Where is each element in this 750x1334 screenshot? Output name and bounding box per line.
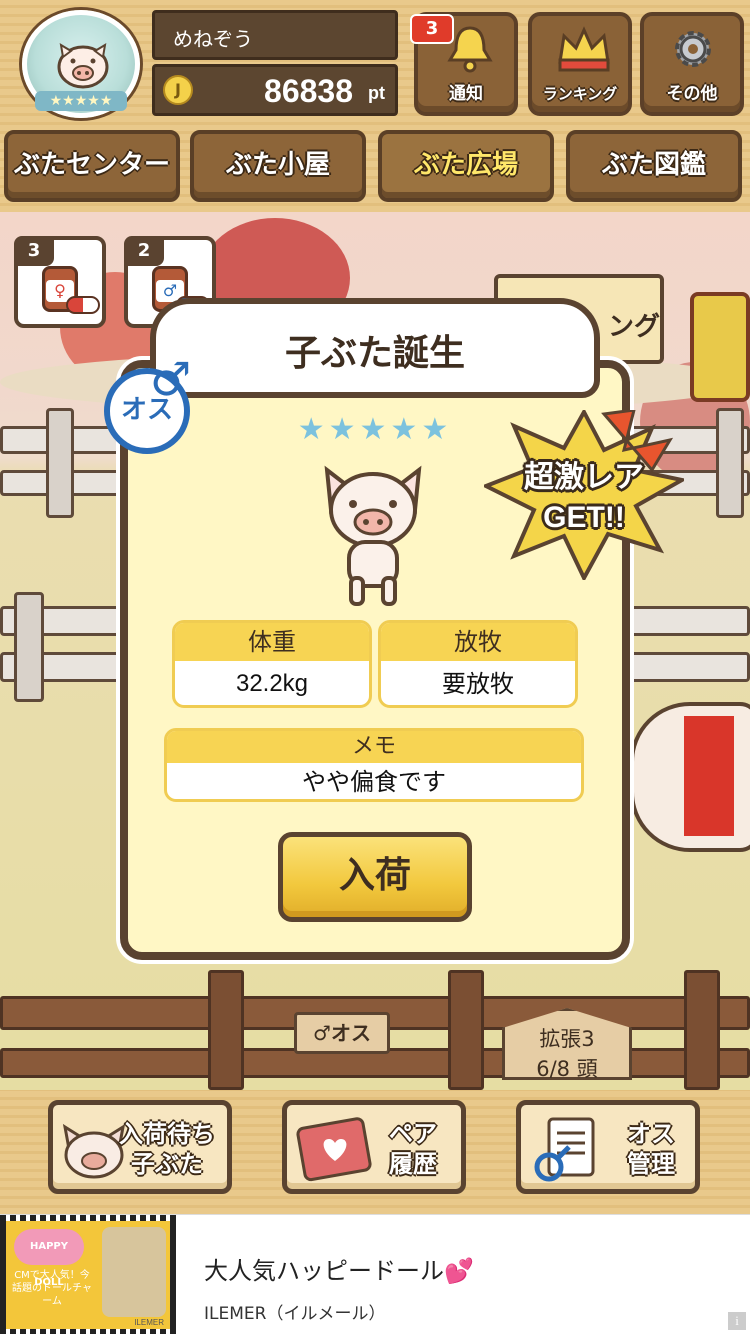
dialog-title-ribbon: 子ぶた誕生 <box>150 298 600 398</box>
waiting-piglets-line1: 入荷待ち <box>119 1120 215 1148</box>
coin-icon: J <box>163 75 193 105</box>
tab-buta-plaza[interactable]: ぶた広場 <box>378 130 554 202</box>
front-fence-post <box>208 970 244 1090</box>
waiting-piglets-label: 入荷待ち 子ぶた <box>119 1119 215 1179</box>
pill-icon <box>66 296 100 314</box>
settings-label: その他 <box>666 84 718 104</box>
notification-badge: 3 <box>410 14 454 44</box>
pig-capacity: 6/8 頭 <box>536 1057 598 1081</box>
bottom-action-bar: 入荷待ち 子ぶた ペア 履歴 オス 管理 <box>0 1090 750 1214</box>
grazing-label: 放牧 <box>381 623 575 661</box>
front-fence-post <box>448 970 484 1090</box>
male-document-icon <box>534 1117 595 1182</box>
tab-buta-encyclopedia[interactable]: ぶた図鑑 <box>566 130 742 202</box>
ad-image-text: CMで大人気！今話題のドールチャーム <box>12 1270 92 1307</box>
ad-info-icon[interactable]: i <box>728 1312 746 1330</box>
ad-banner[interactable]: HAPPY DOLL CMで大人気！今話題のドールチャーム ILEMER 大人気… <box>0 1214 750 1334</box>
weight-value: 32.2kg <box>235 670 309 697</box>
fence-post <box>46 408 74 518</box>
ad-title[interactable]: 大人気ハッピードール💕 <box>204 1251 474 1286</box>
points-panel: J 86838 pt <box>152 64 398 116</box>
male-filter-sign[interactable]: ♂オス <box>294 1012 390 1054</box>
ad-image-panel: HAPPY DOLL CMで大人気！今話題のドールチャーム ILEMER <box>6 1221 170 1329</box>
arrive-button[interactable]: 入荷 <box>278 832 472 922</box>
settings-button[interactable]: その他 <box>640 12 744 116</box>
front-fence-post <box>684 970 720 1090</box>
memo-box: メモ やや偏食です <box>164 728 584 802</box>
pig-cape <box>684 716 734 836</box>
pig-avatar-icon <box>57 43 109 89</box>
male-arrow-icon: ♂ <box>150 352 192 406</box>
pair-history-label: ペア 履歴 <box>389 1119 437 1179</box>
super-rare-badge: 超激レア GET!! <box>484 410 684 580</box>
ad-image[interactable]: HAPPY DOLL CMで大人気！今話題のドールチャーム ILEMER <box>0 1215 176 1334</box>
board-text: ング <box>608 312 661 342</box>
male-management-label: オス 管理 <box>627 1119 675 1179</box>
heart-icon: 💕 <box>444 1257 474 1285</box>
weight-label: 体重 <box>175 623 369 661</box>
dialog-title: 子ぶた誕生 <box>284 333 465 374</box>
username-panel: めねぞう <box>152 10 398 60</box>
super-rare-line1: 超激レア <box>524 460 644 495</box>
piglet-icon <box>324 465 422 606</box>
weight-box: 体重 32.2kg <box>172 620 372 708</box>
waiting-piglets-line2: 子ぶた <box>131 1150 203 1178</box>
potion-count: 2 <box>124 236 164 266</box>
scene-pig <box>630 702 750 852</box>
memo-label: メモ <box>167 731 581 763</box>
fence-post <box>14 592 44 702</box>
pair-history-line1: ペア <box>389 1120 437 1148</box>
pair-history-line2: 履歴 <box>389 1150 437 1178</box>
grazing-value: 要放牧 <box>442 670 514 698</box>
super-rare-text: 超激レア GET!! <box>484 458 684 538</box>
ranking-button[interactable]: ランキング <box>528 12 632 116</box>
points-value: 86838 <box>264 73 353 109</box>
ad-image-logo: HAPPY DOLL <box>14 1229 84 1288</box>
carriage-decoration <box>690 292 750 402</box>
potion-count: 3 <box>14 236 54 266</box>
tab-buta-hut[interactable]: ぶた小屋 <box>190 130 366 202</box>
top-header: ★★★★★ めねぞう J 86838 pt 3 通知 ランキング その他 ぶたセ… <box>0 0 750 212</box>
avatar-rank-stars: ★★★★★ <box>35 91 127 111</box>
book-heart-icon <box>296 1117 372 1182</box>
notification-label: 通知 <box>449 84 483 104</box>
male-management-line1: オス <box>627 1120 675 1148</box>
memo-value: やや偏食です <box>302 768 446 796</box>
points-unit: pt <box>368 83 385 103</box>
male-management-line2: 管理 <box>627 1150 675 1178</box>
player-avatar[interactable]: ★★★★★ <box>22 10 140 118</box>
super-rare-line2: GET!! <box>543 501 625 534</box>
gear-icon <box>675 31 711 67</box>
fence-post <box>716 408 744 518</box>
doll-charm-image <box>102 1227 166 1317</box>
ad-title-text: 大人気ハッピードール <box>204 1257 444 1285</box>
grazing-box: 放牧 要放牧 <box>378 620 578 708</box>
tab-buta-center[interactable]: ぶたセンター <box>4 130 180 202</box>
crown-icon <box>558 26 610 72</box>
username: めねぞう <box>173 27 253 51</box>
ranking-label: ランキング <box>542 85 618 103</box>
ad-advertiser: ILEMER（イルメール） <box>204 1304 386 1324</box>
waiting-piglets-button[interactable]: 入荷待ち 子ぶた <box>48 1100 232 1194</box>
expansion-level: 拡張3 <box>539 1027 595 1051</box>
female-potion-item[interactable]: 3 ♀ <box>14 236 106 328</box>
ad-image-brand: ILEMER <box>134 1318 164 1327</box>
male-management-button[interactable]: オス 管理 <box>516 1100 700 1194</box>
pair-history-button[interactable]: ペア 履歴 <box>282 1100 466 1194</box>
